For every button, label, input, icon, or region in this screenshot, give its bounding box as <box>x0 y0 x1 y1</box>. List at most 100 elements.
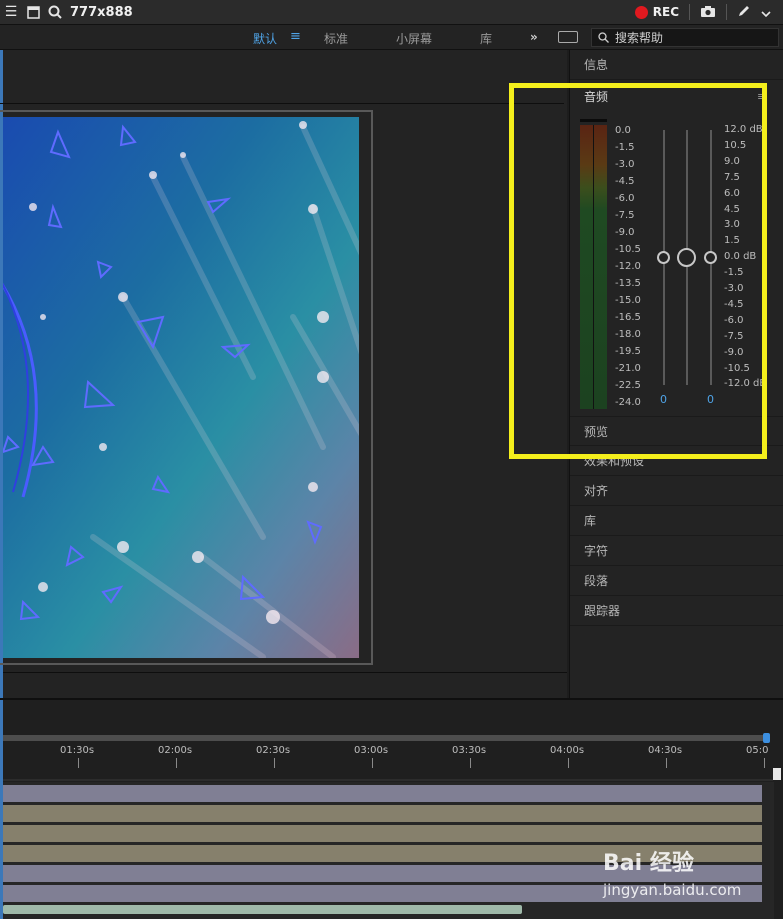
panel-tracker-label: 跟踪器 <box>584 604 621 618</box>
time-ruler-tick <box>764 758 765 768</box>
workspace-menu-icon[interactable]: ≡ <box>290 29 301 44</box>
meter-scale-label: 0.0 <box>615 125 631 136</box>
time-ruler-tick <box>372 758 373 768</box>
master-gain-knob[interactable] <box>677 248 696 267</box>
right-channel-knob[interactable] <box>704 251 717 264</box>
work-area-bar[interactable] <box>3 735 768 741</box>
panel-info-label: 信息 <box>584 58 609 72</box>
gain-scale-label: 12.0 dB <box>724 124 763 135</box>
camera-icon[interactable] <box>700 3 716 22</box>
panel-info[interactable]: 信息 <box>570 50 783 80</box>
panel-libraries-label: 库 <box>584 514 597 528</box>
gain-scale-label: 4.5 <box>724 203 740 215</box>
meter-scale-label: -1.5 <box>615 142 635 153</box>
toolbar-divider <box>726 4 727 20</box>
time-ruler-tick <box>568 758 569 768</box>
left-channel-knob[interactable] <box>657 251 670 264</box>
gain-scale-label: -4.5 <box>724 298 744 310</box>
watermark-logo: Bai 经验 <box>603 851 694 876</box>
panel-align[interactable]: 对齐 <box>570 476 783 506</box>
gain-scale-label: 1.5 <box>724 235 740 247</box>
panel-align-label: 对齐 <box>584 484 609 498</box>
workspace-library[interactable]: 库 <box>480 30 492 47</box>
layer-bar[interactable] <box>3 785 762 802</box>
panel-character[interactable]: 字符 <box>570 536 783 566</box>
gain-scale-label: 0.0 dB <box>724 251 757 263</box>
composition-tabbar <box>0 54 564 104</box>
workspace-small-screen[interactable]: 小屏幕 <box>396 30 432 47</box>
work-area-end-handle[interactable] <box>763 733 770 743</box>
ruler-baseline <box>3 779 773 781</box>
time-ruler-tick <box>274 758 275 768</box>
meter-scale-label: -21.0 <box>615 363 641 374</box>
panel-libraries[interactable]: 库 <box>570 506 783 536</box>
playhead-marker[interactable] <box>773 768 781 780</box>
left-channel-value[interactable]: 0 <box>660 393 667 406</box>
layer-bar[interactable] <box>3 825 762 842</box>
gain-scale-label: 6.0 <box>724 187 740 199</box>
workspace-bar: 默认 ≡ 标准 小屏幕 库 » 搜索帮助 <box>0 25 783 50</box>
fiber-optic-artwork <box>3 121 359 658</box>
meter-scale-label: -22.5 <box>615 380 641 391</box>
meter-scale-label: -6.0 <box>615 193 635 204</box>
gain-scale-label: -7.5 <box>724 330 744 342</box>
composition-footer <box>3 672 567 698</box>
time-ruler-label: 02:30s <box>256 745 291 756</box>
meter-scale-label: -24.0 <box>615 397 641 408</box>
rec-button[interactable]: REC <box>634 5 679 19</box>
meter-scale-label: -9.0 <box>615 227 635 238</box>
gain-scale-label: 7.5 <box>724 171 740 183</box>
time-ruler-label: 05:0 <box>746 745 769 756</box>
toolbar-divider <box>689 4 690 20</box>
capture-dimensions: 777x888 <box>70 4 133 20</box>
time-ruler-tick <box>470 758 471 768</box>
gain-scale-label: -12.0 dB <box>724 378 767 390</box>
search-help-field[interactable]: 搜索帮助 <box>591 28 779 47</box>
time-ruler-label: 04:00s <box>550 745 585 756</box>
gain-scale-label: -10.5 <box>724 362 750 374</box>
time-ruler-tick <box>176 758 177 768</box>
gain-scale-label: -3.0 <box>724 283 744 294</box>
layer-bar[interactable] <box>3 805 762 822</box>
baidu-jingyan-watermark: Bai 经验 jingyan.baidu.com <box>603 845 763 911</box>
watermark-url: jingyan.baidu.com <box>603 881 742 899</box>
time-ruler-label: 02:00s <box>158 745 193 756</box>
audio-panel-menu-icon[interactable]: ≡ <box>757 90 766 103</box>
panel-paragraph-label: 段落 <box>584 574 609 588</box>
record-icon <box>634 5 648 19</box>
meter-scale-label: -19.5 <box>615 346 641 357</box>
workspace-default[interactable]: 默认 <box>253 30 277 47</box>
meter-scale-label: -12.0 <box>615 261 641 272</box>
search-placeholder: 搜索帮助 <box>615 31 664 45</box>
panel-effects-label: 效果和预设 <box>584 454 645 468</box>
gain-scale-label: 9.0 <box>724 155 740 167</box>
meter-scale-label: -4.5 <box>615 176 635 187</box>
rec-label: REC <box>652 5 679 19</box>
right-panel-stack: 信息 音频 ≡ 0.0 -1.5 -3.0 -4.5 -6.0 -7.5 -9.0 -10.5… <box>569 50 783 698</box>
chevron-down-icon[interactable] <box>761 3 771 22</box>
timeline-scrollbar[interactable] <box>3 905 522 914</box>
sync-settings-icon[interactable] <box>558 31 578 43</box>
time-ruler-label: 03:30s <box>452 745 487 756</box>
meter-scale-label: -18.0 <box>615 329 641 340</box>
menu-icon[interactable]: ☰ <box>0 0 22 25</box>
workspace-standard[interactable]: 标准 <box>324 30 348 47</box>
window-icon[interactable] <box>22 0 44 25</box>
time-ruler-tick <box>666 758 667 768</box>
panel-preview[interactable]: 预览 <box>570 416 783 446</box>
panel-effects-presets[interactable]: 效果和预设 <box>570 446 783 476</box>
right-channel-value[interactable]: 0 <box>707 393 714 406</box>
gain-scale-label: -1.5 <box>724 267 744 279</box>
meter-scale-label: -16.5 <box>615 312 641 323</box>
zoom-icon[interactable] <box>44 0 66 25</box>
composition-viewer[interactable] <box>3 117 359 658</box>
gain-scale-label: 3.0 <box>724 219 740 231</box>
audio-panel-title[interactable]: 音频 <box>584 88 608 105</box>
gain-scale-label: 10.5 <box>724 139 747 151</box>
panel-paragraph[interactable]: 段落 <box>570 566 783 596</box>
pen-icon[interactable] <box>737 3 751 22</box>
panel-tracker[interactable]: 跟踪器 <box>570 596 783 626</box>
capture-toolbar: ☰ 777x888 REC <box>0 0 783 25</box>
overflow-icon[interactable]: » <box>530 30 538 44</box>
gain-scale-label: -6.0 <box>724 314 744 326</box>
